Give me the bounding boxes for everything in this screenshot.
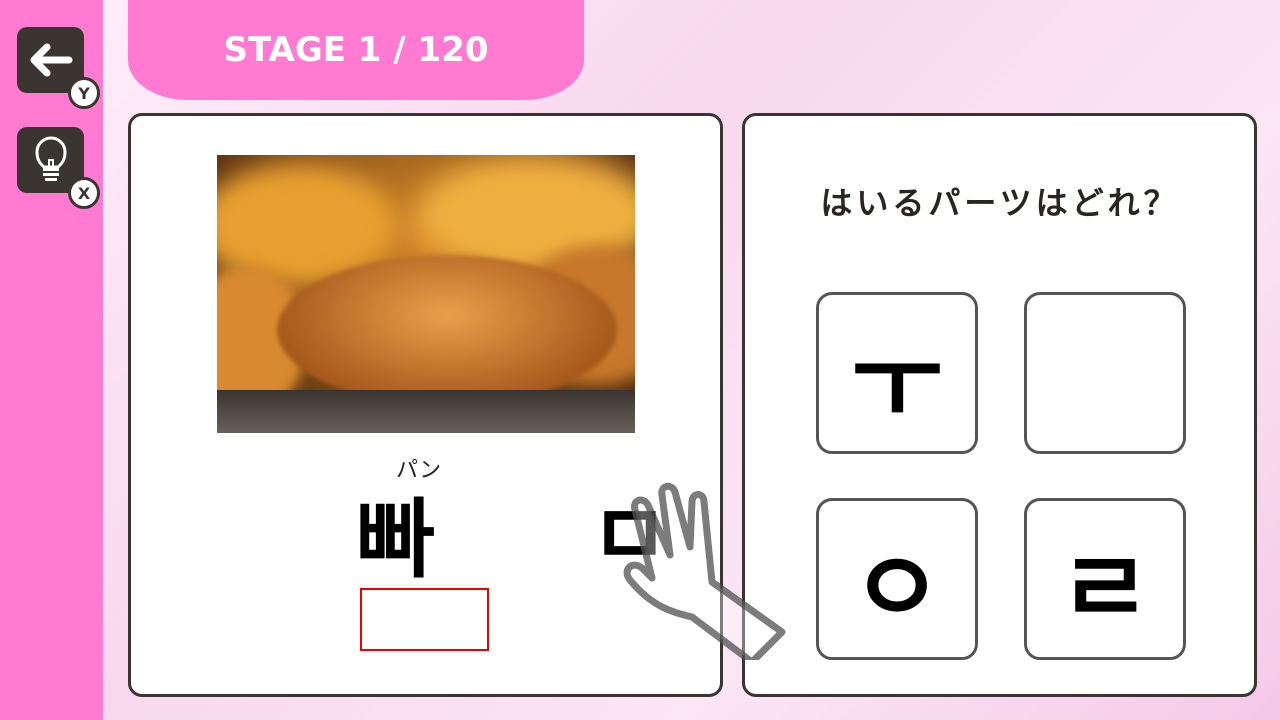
option-3[interactable]: ㅇ [816,498,978,660]
answer-slot[interactable] [360,588,489,651]
option-2[interactable] [1024,292,1186,454]
option-4[interactable]: ㄹ [1024,498,1186,660]
option-1[interactable]: ㅜ [816,292,978,454]
key-hint-y: Y [68,77,100,109]
croissant-photo [217,155,635,433]
arrow-left-icon [30,43,72,77]
dragging-piece[interactable]: ㅁ [590,488,669,584]
hint-button[interactable]: X [17,127,100,209]
back-button[interactable]: Y [17,27,100,109]
stage-indicator: STAGE 1 / 120 [128,0,584,100]
key-hint-x: X [68,177,100,209]
hangul-word: 빠 [356,490,436,590]
word-reading: パン [396,458,442,483]
question-text: はいるパーツはどれ？ [820,184,1180,222]
lightbulb-icon [34,136,67,181]
